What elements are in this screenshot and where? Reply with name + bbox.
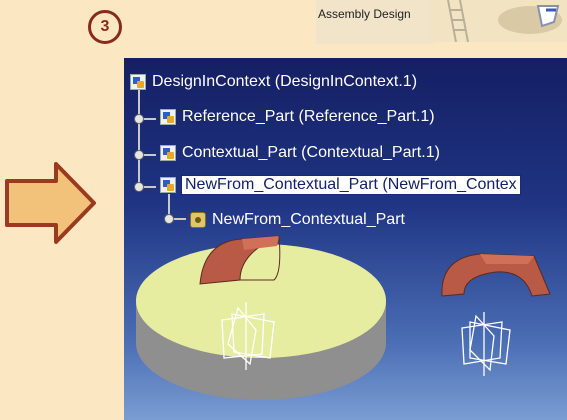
tree-connector-vertical <box>138 86 140 186</box>
assembly-design-icon[interactable] <box>430 0 567 42</box>
tree-root-label: DesignInContext (DesignInContext.1) <box>152 73 418 90</box>
tree-subitem-label: NewFrom_Contextual_Part <box>212 211 405 228</box>
product-icon <box>130 74 146 90</box>
tree-item-newfrom-contextual-part[interactable]: NewFrom_Contextual_Part (NewFrom_Contex <box>160 175 521 195</box>
tree-item-contextual-part[interactable]: Contextual_Part (Contextual_Part.1) <box>160 144 440 162</box>
tree-expander-node[interactable] <box>164 214 174 224</box>
workbench-label: Assembly Design <box>318 7 411 21</box>
tree-root[interactable]: DesignInContext (DesignInContext.1) <box>130 73 417 91</box>
workbench-label-box: Assembly Design <box>316 0 434 44</box>
tree-expander-node[interactable] <box>134 114 144 124</box>
part-icon <box>160 177 176 193</box>
step-number: 3 <box>100 18 110 35</box>
tree-item-label: Contextual_Part (Contextual_Part.1) <box>182 144 440 161</box>
tree-expander-node[interactable] <box>134 150 144 160</box>
step-number-badge: 3 <box>88 10 122 44</box>
gear-part-icon <box>190 212 206 228</box>
3d-viewer[interactable]: DesignInContext (DesignInContext.1) Refe… <box>124 58 567 420</box>
tree-item-reference-part[interactable]: Reference_Part (Reference_Part.1) <box>160 108 435 126</box>
tree-subitem-newfrom-contextual-part[interactable]: NewFrom_Contextual_Part <box>190 211 405 229</box>
tree-expander-node[interactable] <box>134 182 144 192</box>
tree-item-label-selected: NewFrom_Contextual_Part (NewFrom_Contex <box>181 175 521 195</box>
part-icon <box>160 109 176 125</box>
right-arrow-icon <box>5 162 96 244</box>
tree-item-label: Reference_Part (Reference_Part.1) <box>182 108 435 125</box>
part-icon <box>160 145 176 161</box>
